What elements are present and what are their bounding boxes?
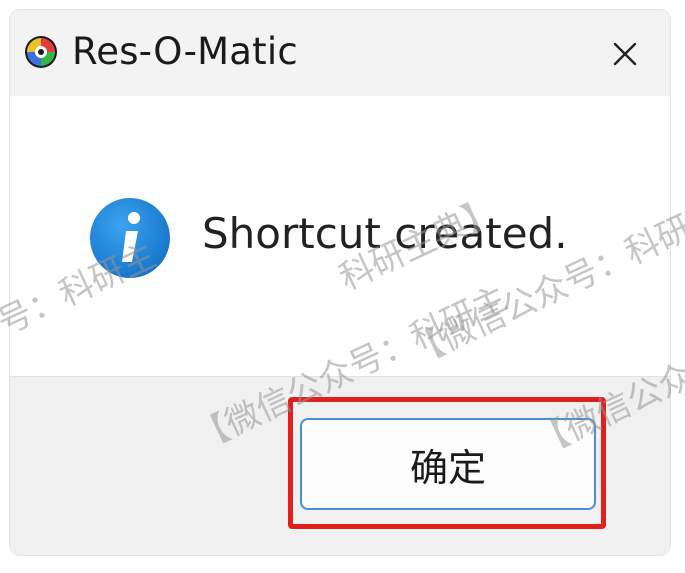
close-button[interactable]: [600, 32, 650, 76]
window-title: Res-O-Matic: [72, 30, 298, 73]
title-bar: Res-O-Matic: [10, 10, 670, 96]
dialog-footer: 确定: [10, 376, 670, 555]
close-icon: [613, 42, 637, 66]
ok-button[interactable]: 确定: [300, 418, 596, 510]
dialog-message: Shortcut created.: [202, 209, 568, 258]
message-dialog-window: Res-O-Matic Shortcut created. 确定: [10, 10, 670, 555]
screenshot-page: Res-O-Matic Shortcut created. 确定 号：科研主 【…: [0, 0, 685, 573]
dialog-content: Shortcut created.: [10, 96, 670, 376]
info-icon: [90, 198, 170, 278]
app-icon: [25, 36, 57, 68]
